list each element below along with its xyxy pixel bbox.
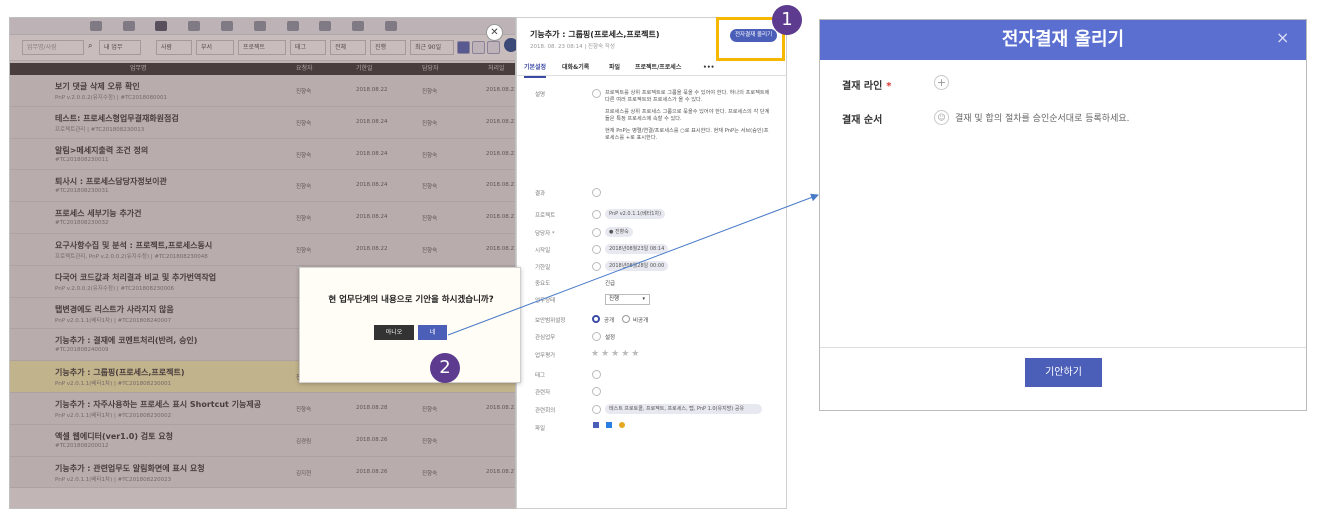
- approval-order-label: 결재 순서: [842, 115, 883, 126]
- person-icon: ☺: [934, 110, 949, 125]
- approval-order-guide: 결재 및 합의 절차를 승인순서대로 등록하세요.: [955, 114, 1130, 124]
- footer-divider: [820, 347, 1306, 348]
- approval-line-label: 결재 라인 *: [842, 77, 892, 92]
- add-approver-icon[interactable]: +: [934, 75, 949, 90]
- modal-header: 전자결재 올리기 ×: [820, 20, 1306, 60]
- close-icon[interactable]: ×: [1276, 28, 1289, 48]
- submit-draft-button[interactable]: 기안하기: [1025, 358, 1102, 387]
- e-approval-modal: 전자결재 올리기 × 결재 라인 * + 결재 순서 ☺ 결재 및 합의 절차를 …: [819, 19, 1307, 411]
- required-mark: *: [886, 81, 892, 92]
- approval-line-text: 결재 라인: [842, 81, 883, 92]
- modal-title: 전자결재 올리기: [1001, 29, 1125, 50]
